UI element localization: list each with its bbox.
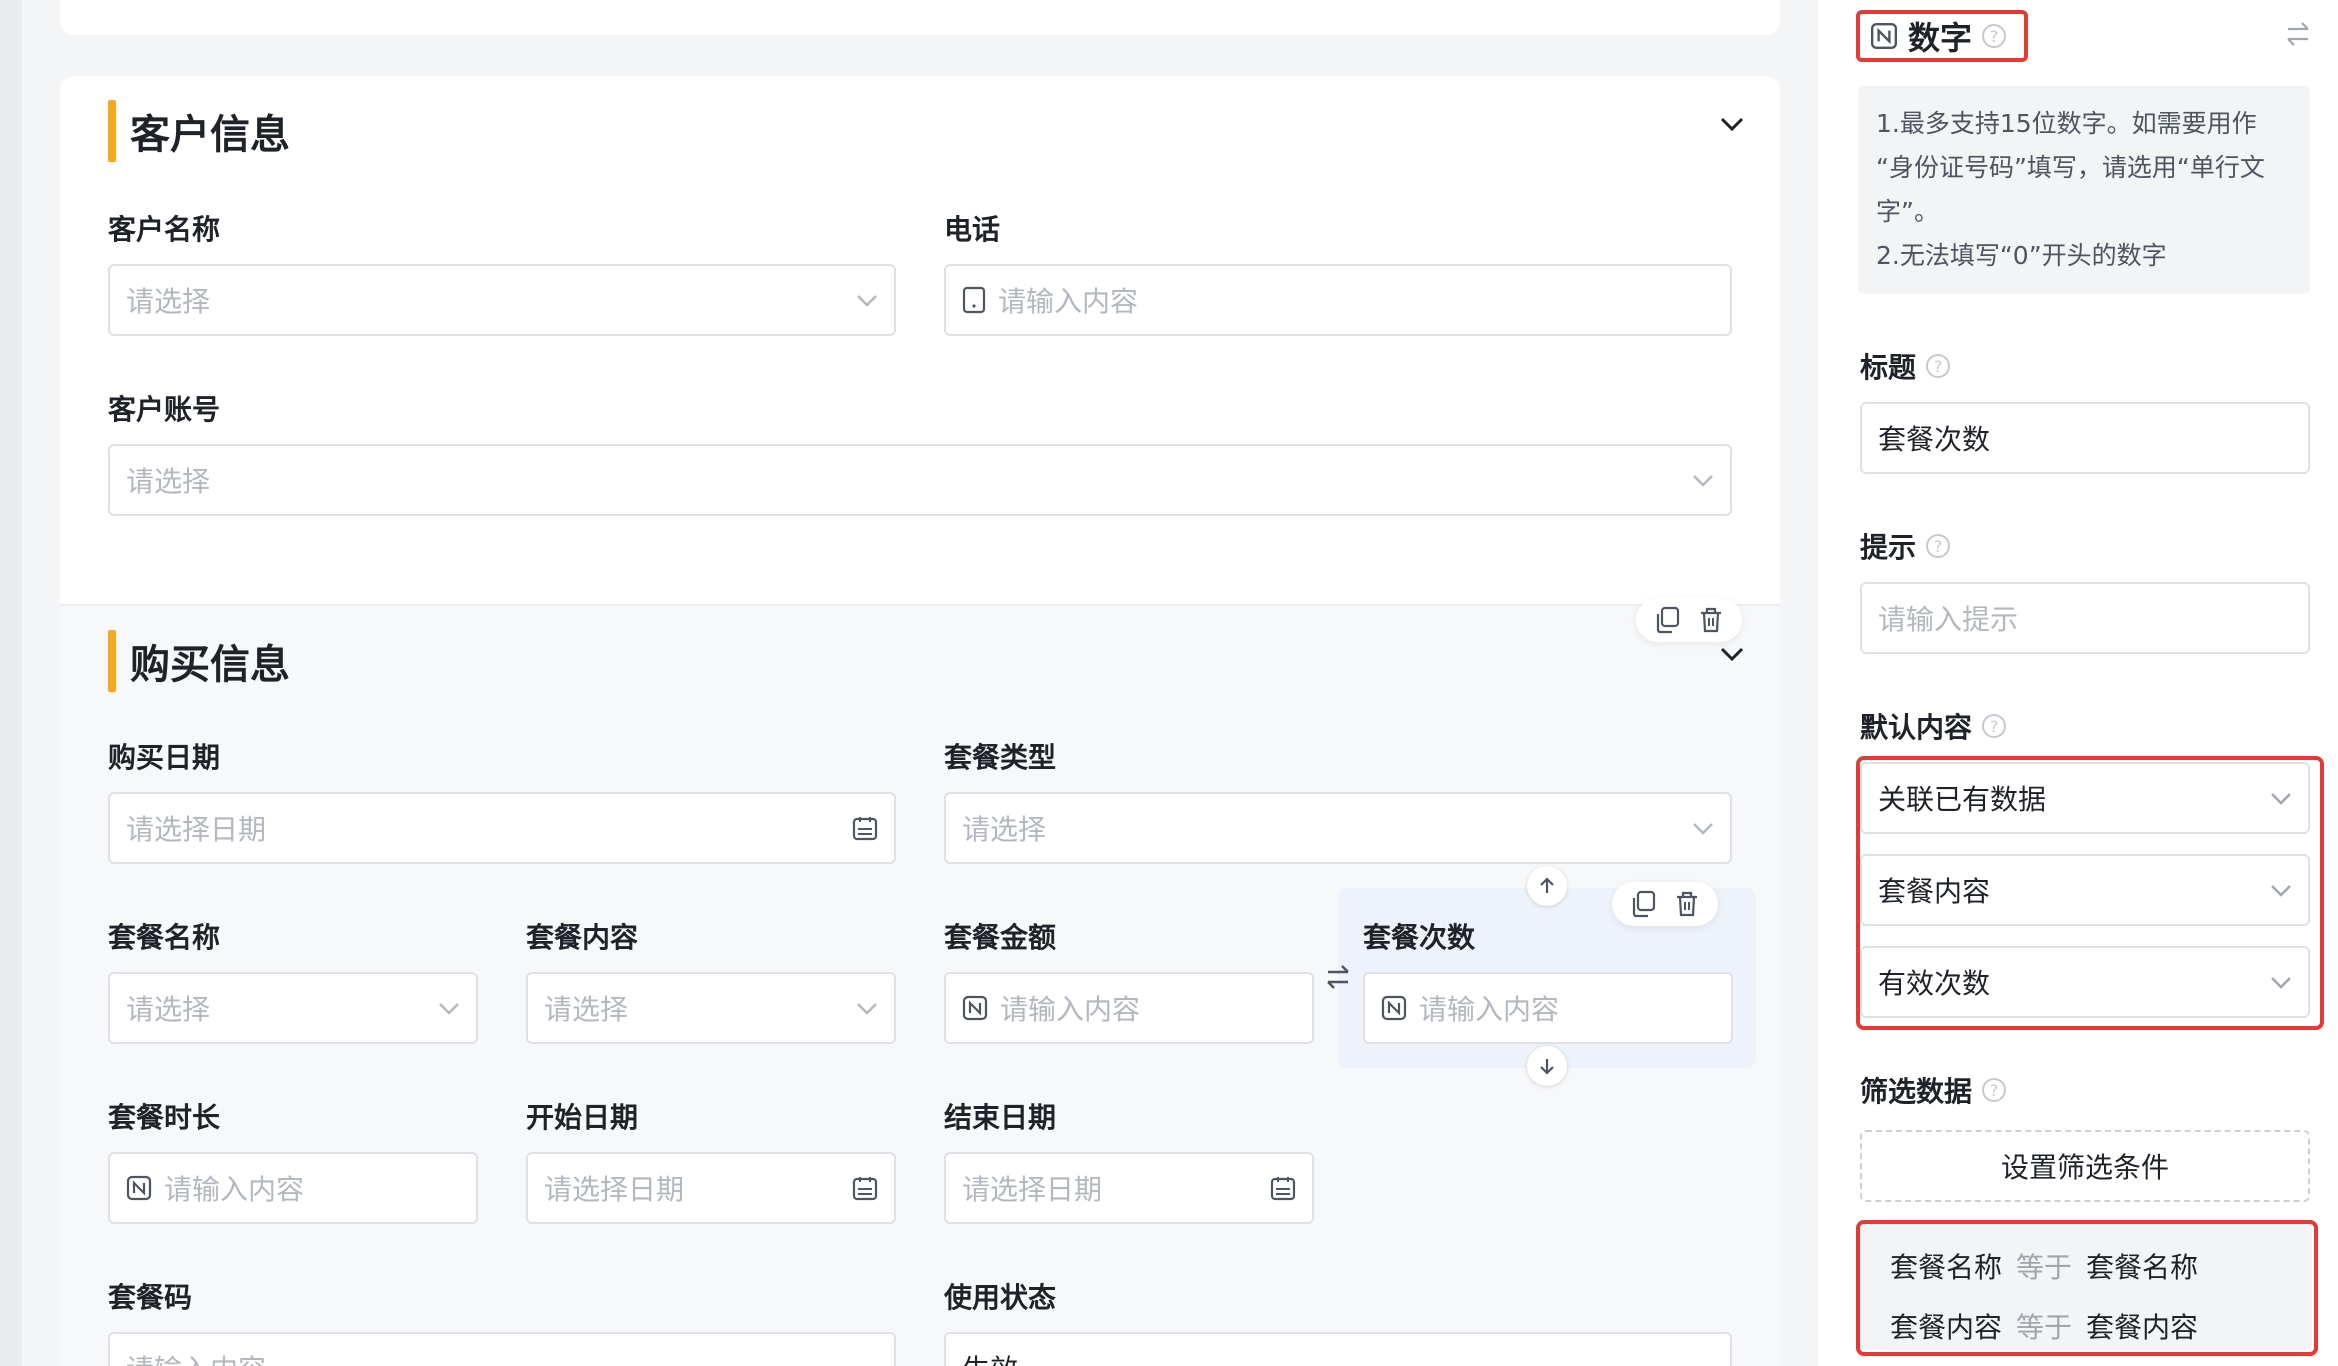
arrow-up-icon [1540, 877, 1554, 893]
help-icon[interactable]: ? [1982, 714, 2007, 738]
chevron-down-icon [1693, 475, 1713, 487]
customer-account-select[interactable]: 请选择 [108, 444, 1732, 516]
hint-input[interactable]: 请输入提示 [1860, 582, 2310, 654]
calendar-icon [852, 1177, 878, 1201]
label-customer-account: 客户账号 [108, 393, 221, 426]
page-gutter [0, 0, 22, 1366]
collapse-chevron-icon[interactable] [1718, 640, 1746, 668]
package-type-select[interactable]: 请选择 [944, 792, 1732, 864]
title-input[interactable]: 套餐次数 [1860, 402, 2310, 474]
label-usage-status: 使用状态 [944, 1281, 1057, 1314]
chevron-down-icon [857, 1003, 877, 1015]
package-code-input[interactable]: 请输入内容 [108, 1332, 896, 1366]
default-field-select[interactable]: 有效次数 [1860, 946, 2310, 1018]
chevron-down-icon [1693, 823, 1713, 835]
delete-icon[interactable] [1674, 890, 1700, 918]
number-icon [962, 995, 988, 1021]
phone-input[interactable]: 请输入内容 [944, 264, 1732, 336]
filter-condition[interactable]: 套餐名称 等于 套餐名称 [1890, 1236, 2282, 1296]
move-down-button[interactable] [1527, 1046, 1567, 1086]
start-date-picker[interactable]: 请选择日期 [526, 1152, 896, 1224]
label-end-date: 结束日期 [944, 1101, 1057, 1134]
usage-status-select[interactable]: 生效 [944, 1332, 1732, 1366]
label-package-count: 套餐次数 [1363, 921, 1476, 954]
label-start-date: 开始日期 [526, 1101, 639, 1134]
default-content-label: 默认内容 ? [1860, 706, 2007, 746]
chevron-down-icon [2271, 793, 2291, 805]
set-filter-button[interactable]: 设置筛选条件 [1860, 1130, 2310, 1202]
field-type-title: 数字 ? [1856, 10, 2028, 62]
collapse-chevron-icon[interactable] [1718, 110, 1746, 138]
help-icon[interactable]: ? [1926, 534, 1951, 558]
purchase-date-picker[interactable]: 请选择日期 [108, 792, 896, 864]
phone-icon [962, 286, 986, 314]
swap-icon[interactable] [1324, 962, 1352, 992]
label-package-code: 套餐码 [108, 1281, 193, 1314]
move-up-button[interactable] [1527, 866, 1567, 906]
number-icon [126, 1175, 152, 1201]
number-icon [1870, 22, 1898, 50]
help-icon[interactable]: ? [1926, 354, 1951, 378]
package-name-select[interactable]: 请选择 [108, 972, 478, 1044]
section-title-customer: 客户信息 [108, 100, 290, 162]
previous-card [60, 0, 1780, 35]
number-icon [1381, 995, 1407, 1021]
delete-icon[interactable] [1698, 606, 1724, 634]
label-package-type: 套餐类型 [944, 741, 1057, 774]
help-icon[interactable]: ? [1982, 1078, 2007, 1102]
default-source-select[interactable]: 套餐内容 [1860, 854, 2310, 926]
switch-type-icon[interactable] [2284, 20, 2312, 48]
label-phone: 电话 [944, 213, 1001, 246]
label-customer-name: 客户名称 [108, 213, 221, 246]
end-date-picker[interactable]: 请选择日期 [944, 1152, 1314, 1224]
field-tip-box: 1.最多支持15位数字。如需要用作 “身份证号码”填写，请选用“单行文 字”。 … [1858, 86, 2310, 294]
title-label: 标题 ? [1860, 346, 1951, 386]
arrow-down-icon [1540, 1059, 1554, 1075]
label-package-name: 套餐名称 [108, 921, 221, 954]
package-content-select[interactable]: 请选择 [526, 972, 896, 1044]
filter-data-label: 筛选数据 ? [1860, 1070, 2007, 1110]
chevron-down-icon [857, 295, 877, 307]
chevron-down-icon [439, 1003, 459, 1015]
field-toolbar [1612, 882, 1718, 926]
calendar-icon [1270, 1177, 1296, 1201]
package-count-input[interactable]: 请输入内容 [1363, 972, 1733, 1044]
help-icon[interactable]: ? [1982, 24, 2007, 48]
copy-icon[interactable] [1654, 606, 1680, 634]
section-toolbar [1636, 598, 1742, 642]
package-duration-input[interactable]: 请输入内容 [108, 1152, 478, 1224]
chevron-down-icon [2271, 977, 2291, 989]
chevron-down-icon [2271, 885, 2291, 897]
label-package-content: 套餐内容 [526, 921, 639, 954]
customer-name-select[interactable]: 请选择 [108, 264, 896, 336]
filter-condition[interactable]: 套餐内容 等于 套餐内容 [1890, 1296, 2282, 1356]
copy-icon[interactable] [1630, 890, 1656, 918]
package-amount-input[interactable]: 请输入内容 [944, 972, 1314, 1044]
default-mode-select[interactable]: 关联已有数据 [1860, 762, 2310, 834]
section-title-purchase: 购买信息 [108, 630, 290, 692]
label-purchase-date: 购买日期 [108, 741, 221, 774]
label-package-duration: 套餐时长 [108, 1101, 221, 1134]
filter-conditions: 套餐名称 等于 套餐名称 套餐内容 等于 套餐内容 [1860, 1224, 2312, 1350]
calendar-icon [852, 817, 878, 841]
hint-label: 提示 ? [1860, 526, 1951, 566]
label-package-amount: 套餐金额 [944, 921, 1057, 954]
